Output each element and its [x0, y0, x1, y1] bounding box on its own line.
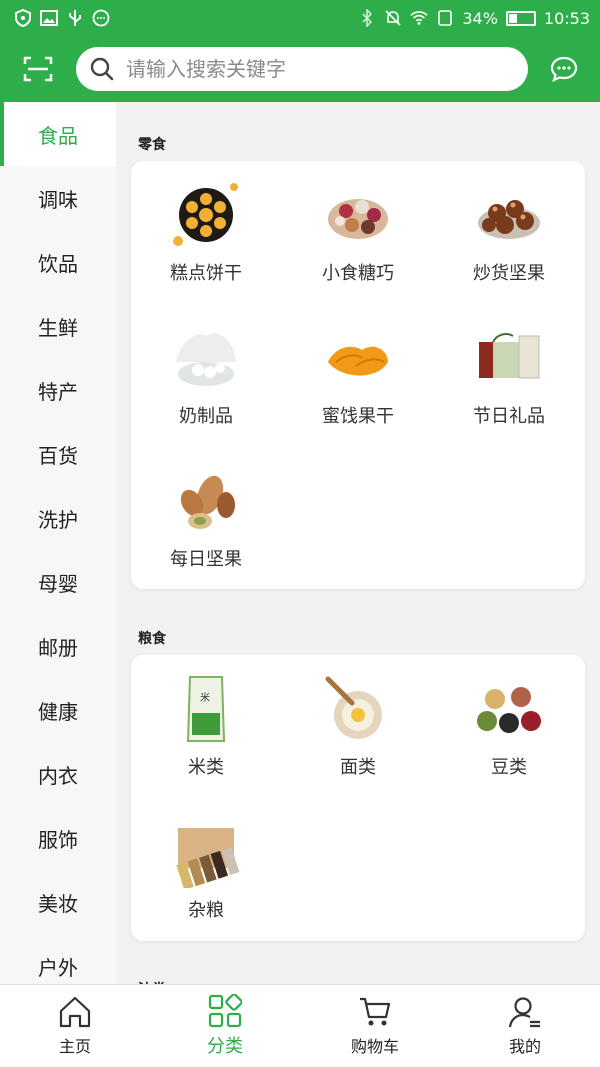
milk-image	[170, 322, 242, 394]
sidebar-item-seasoning[interactable]: 调味	[0, 166, 116, 230]
category-tile[interactable]: 节日礼品	[434, 304, 584, 444]
category-tile[interactable]: 糕点饼干	[131, 161, 281, 301]
category-label: 节日礼品	[473, 406, 545, 427]
scan-icon	[23, 56, 53, 82]
snacks-card: 糕点饼干 小食糖巧 炒货坚果 奶制品 蜜饯果干 节日礼品 每日坚果	[131, 161, 585, 589]
section-title-snacks: 零食	[138, 137, 166, 153]
category-label: 小食糖巧	[322, 263, 394, 284]
sidebar-item-fresh[interactable]: 生鲜	[0, 294, 116, 358]
nav-profile-label: 我的	[508, 1037, 541, 1056]
top-header	[0, 36, 600, 102]
sidebar-item-health[interactable]: 健康	[0, 678, 116, 742]
nav-cart-label: 购物车	[350, 1037, 399, 1056]
category-tile[interactable]: 小食糖巧	[283, 161, 433, 301]
snack-tray-image	[322, 179, 394, 251]
sidebar-item-underwear[interactable]: 内衣	[0, 742, 116, 806]
chat-bubble-icon	[92, 9, 110, 27]
search-input[interactable]	[126, 57, 486, 81]
category-label: 蜜饯果干	[322, 406, 394, 427]
gallery-icon	[40, 9, 58, 27]
nav-profile[interactable]: 我的	[450, 985, 600, 1067]
scan-button[interactable]	[0, 36, 76, 102]
nav-category[interactable]: 分类	[150, 985, 300, 1067]
category-tile[interactable]: 蜜饯果干	[283, 304, 433, 444]
sidebar-item-beauty[interactable]: 美妆	[0, 870, 116, 934]
shield-icon	[14, 9, 32, 27]
sidebar-item-drinks[interactable]: 饮品	[0, 230, 116, 294]
gift-box-image	[473, 322, 545, 394]
grains-card: 米 米类 面类 豆类 杂粮	[131, 655, 585, 941]
category-tile[interactable]: 杂粮	[131, 798, 281, 938]
category-label: 奶制品	[179, 406, 233, 427]
rice-bag-image: 米	[170, 673, 242, 745]
category-label: 炒货坚果	[473, 263, 545, 284]
usb-icon	[66, 9, 84, 27]
bluetooth-icon	[358, 9, 376, 27]
cookies-image	[170, 179, 242, 251]
nav-home-label: 主页	[58, 1037, 91, 1056]
mixed-nuts-image	[170, 465, 242, 537]
battery-icon	[505, 10, 536, 26]
category-sidebar: 食品 调味 饮品 生鲜 特产 百货 洗护 母婴 邮册 健康 内衣 服饰 美妆 户…	[0, 102, 116, 984]
svg-text:米: 米	[200, 691, 210, 704]
cart-icon	[360, 997, 391, 1026]
wifi-icon	[410, 9, 429, 27]
chestnuts-image	[473, 179, 545, 251]
battery-level	[508, 13, 517, 23]
category-tile[interactable]: 每日坚果	[131, 447, 281, 587]
message-icon	[550, 56, 578, 82]
sidebar-item-baby[interactable]: 母婴	[0, 550, 116, 614]
message-button[interactable]	[528, 36, 600, 102]
category-label: 米类	[188, 757, 224, 778]
sidebar-item-food[interactable]: 食品	[0, 102, 116, 166]
nav-home[interactable]: 主页	[0, 985, 150, 1067]
search-icon	[90, 57, 114, 81]
category-tile[interactable]: 豆类	[434, 655, 584, 795]
category-label: 面类	[340, 757, 376, 778]
home-icon	[59, 996, 91, 1028]
category-label: 每日坚果	[170, 549, 242, 570]
dried-mango-image	[322, 322, 394, 394]
flour-bowl-image	[322, 673, 394, 745]
user-icon	[508, 997, 540, 1028]
nav-category-label: 分类	[207, 1036, 243, 1057]
section-title-grains: 粮食	[138, 631, 166, 647]
mute-icon	[384, 9, 402, 27]
battery-percent: 34%	[462, 8, 498, 28]
category-label: 糕点饼干	[170, 263, 242, 284]
bottom-nav: 主页 分类 购物车 我的	[0, 984, 600, 1067]
category-icon	[208, 994, 242, 1028]
category-tile[interactable]: 米 米类	[131, 655, 281, 795]
beans-image	[473, 673, 545, 745]
sim-icon	[436, 9, 454, 27]
sidebar-item-outdoor[interactable]: 户外	[0, 934, 116, 984]
category-tile[interactable]: 面类	[283, 655, 433, 795]
nav-cart[interactable]: 购物车	[300, 985, 450, 1067]
sidebar-item-specialty[interactable]: 特产	[0, 358, 116, 422]
category-content: 零食 糕点饼干 小食糖巧 炒货坚果 奶制品 蜜饯果干 节日礼品 每日坚果 粮食 …	[116, 102, 600, 984]
category-tile[interactable]: 奶制品	[131, 304, 281, 444]
clock: 10:53	[543, 8, 590, 28]
sidebar-item-washcare[interactable]: 洗护	[0, 486, 116, 550]
category-label: 豆类	[491, 757, 527, 778]
sidebar-item-stamps[interactable]: 邮册	[0, 614, 116, 678]
status-bar: 34% 10:53	[0, 0, 600, 36]
sidebar-item-general-goods[interactable]: 百货	[0, 422, 116, 486]
category-tile[interactable]: 炒货坚果	[434, 161, 584, 301]
category-label: 杂粮	[188, 900, 224, 921]
search-bar[interactable]	[76, 47, 528, 91]
grains-image	[170, 816, 242, 890]
sidebar-item-apparel[interactable]: 服饰	[0, 806, 116, 870]
